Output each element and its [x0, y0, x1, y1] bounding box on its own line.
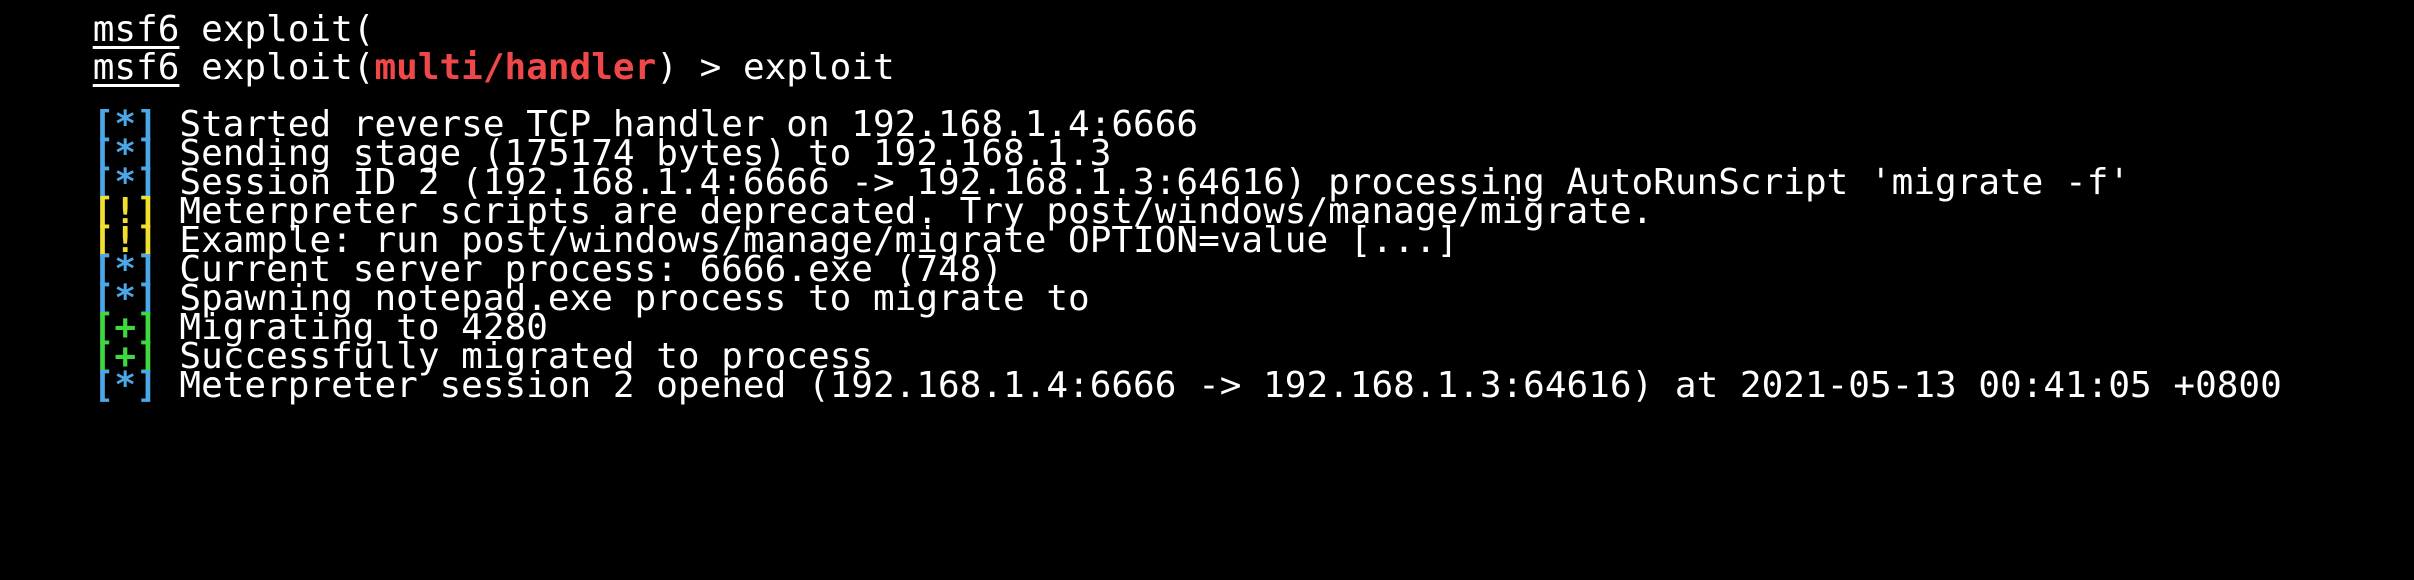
status-marker-info: [*]: [92, 365, 158, 406]
terminal-prompt-line: msf6 exploit(multi/handler) > exploit: [6, 2, 895, 88]
terminal-window[interactable]: msf6 exploit( msf6 exploit(multi/handler…: [0, 0, 2414, 580]
output-text: Meterpreter session 2 opened (192.168.1.…: [157, 365, 2282, 406]
output-line: [*] Meterpreter session 2 opened (192.16…: [6, 320, 2282, 406]
